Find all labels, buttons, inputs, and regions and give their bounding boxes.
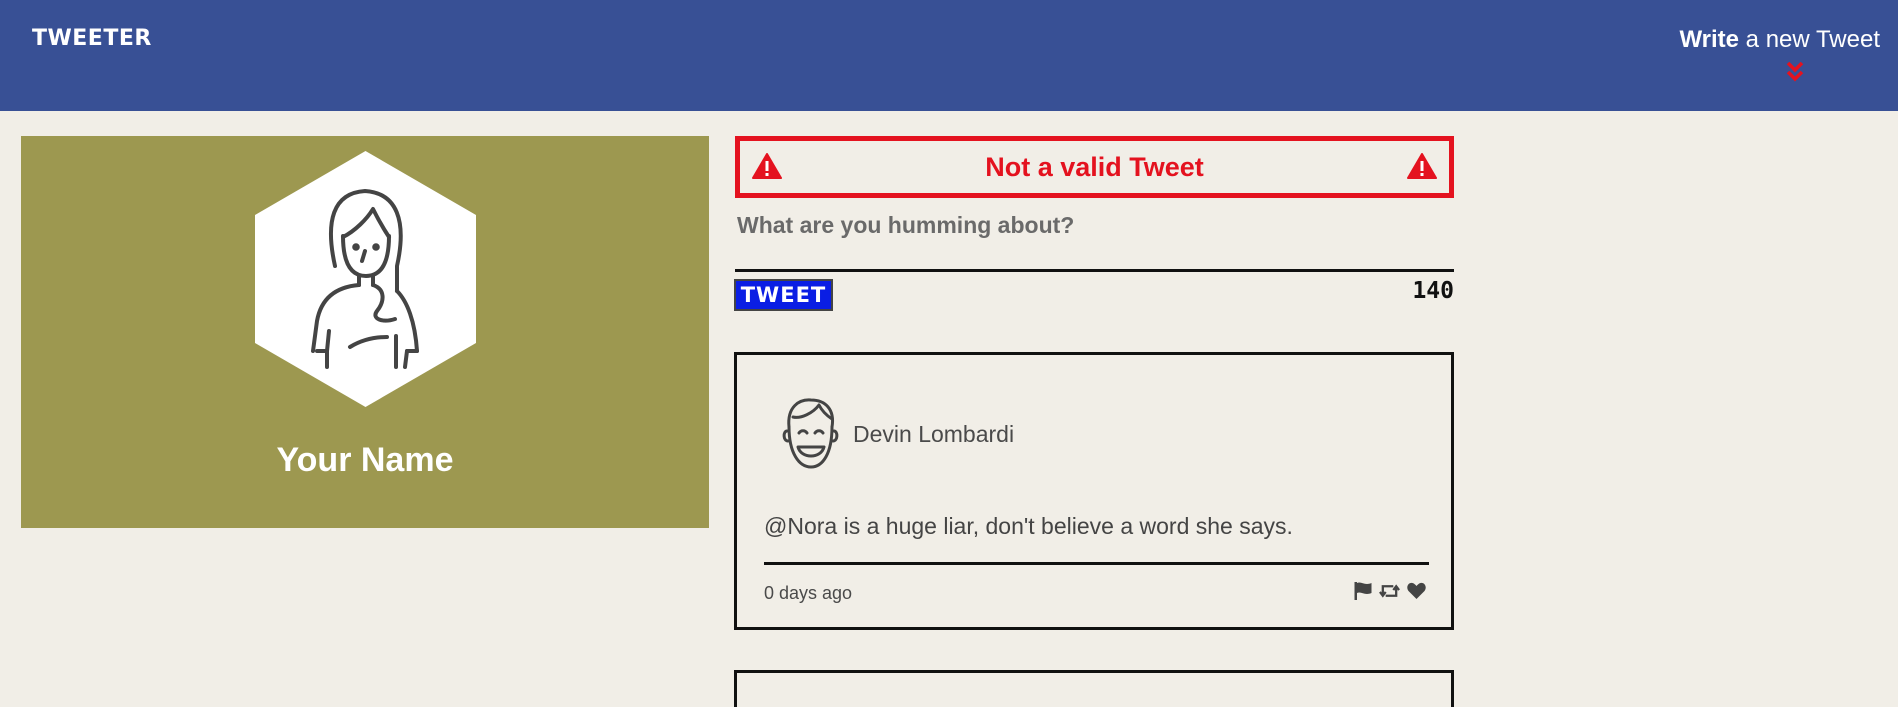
woman-avatar-icon xyxy=(255,151,476,407)
double-chevron-down-icon[interactable] xyxy=(1785,61,1805,83)
tweet-text: @Nora is a huge liar, don't believe a wo… xyxy=(764,513,1293,539)
tweet-compose-input[interactable] xyxy=(735,212,1454,272)
character-counter: 140 xyxy=(1412,278,1454,304)
write-label-rest: a new Tweet xyxy=(1739,26,1880,53)
heart-icon[interactable] xyxy=(1406,581,1427,601)
warning-icon xyxy=(1407,153,1437,179)
tweet-card xyxy=(734,670,1454,707)
warning-icon xyxy=(752,153,782,179)
tweet-author-name[interactable]: Devin Lombardi xyxy=(853,421,1014,448)
tweet-button[interactable]: TWEET xyxy=(734,279,833,311)
profile-card: Your Name xyxy=(21,136,709,528)
flag-icon[interactable] xyxy=(1352,581,1373,601)
write-new-tweet-link[interactable]: Write a new Tweet xyxy=(1679,26,1880,54)
brand-logo[interactable]: TWEETER xyxy=(32,26,152,51)
man-avatar-icon xyxy=(782,398,839,469)
tweet-timestamp: 0 days ago xyxy=(764,583,853,603)
tweet-card: Devin Lombardi @Nora is a huge liar, don… xyxy=(734,352,1454,630)
error-message: Not a valid Tweet xyxy=(985,151,1204,182)
tweet-divider xyxy=(764,562,1429,565)
retweet-icon[interactable] xyxy=(1379,581,1400,601)
tweet-actions xyxy=(1352,581,1427,601)
write-label-bold: Write xyxy=(1679,26,1740,53)
error-banner: Not a valid Tweet xyxy=(735,136,1454,198)
profile-name: Your Name xyxy=(276,441,454,479)
top-nav: TWEETER Write a new Tweet xyxy=(0,0,1898,111)
